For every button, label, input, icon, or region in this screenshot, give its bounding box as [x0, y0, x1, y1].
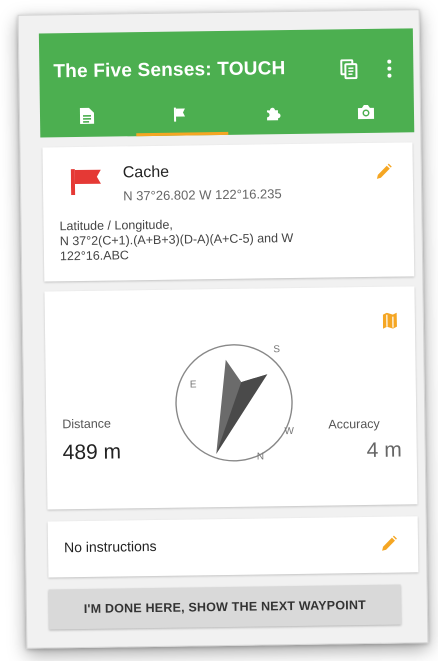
- waypoint-name: Cache: [122, 163, 170, 182]
- camera-icon: [356, 103, 374, 124]
- navigation-card: Distance 489 m Accuracy 4 m N E S W: [44, 286, 418, 510]
- more-options-icon[interactable]: [385, 59, 393, 84]
- edit-waypoint-icon[interactable]: [375, 163, 393, 186]
- edit-instructions-icon[interactable]: [380, 535, 398, 558]
- instructions-card: No instructions: [47, 516, 419, 578]
- compass-west: W: [284, 426, 294, 437]
- tab-camera[interactable]: [319, 94, 413, 133]
- compass-icon: N E S W: [163, 332, 305, 479]
- map-icon[interactable]: [382, 312, 397, 334]
- waypoint-formula: Latitude / Longitude, N 37°2(C+1).(A+B+3…: [59, 217, 294, 264]
- waypoint-card: Cache N 37°26.802 W 122°16.235 Latitude …: [42, 142, 415, 282]
- distance-value: 489 m: [62, 440, 122, 465]
- tab-puzzle[interactable]: [226, 96, 320, 135]
- accuracy-label: Accuracy: [328, 416, 380, 432]
- accuracy-value: 4 m: [366, 438, 402, 463]
- waypoint-coordinates: N 37°26.802 W 122°16.235: [123, 186, 282, 204]
- app-bar: The Five Senses: TOUCH: [38, 28, 415, 138]
- copy-icon[interactable]: [339, 59, 359, 84]
- compass-east: E: [190, 379, 197, 390]
- puzzle-icon: [263, 104, 281, 127]
- waypoint-flag-icon: [70, 169, 103, 200]
- done-next-waypoint-button[interactable]: I'M DONE HERE, SHOW THE NEXT WAYPOINT: [48, 584, 402, 630]
- app-title: The Five Senses: TOUCH: [53, 58, 286, 83]
- phone-screen: The Five Senses: TOUCH Cache N 37°26.802…: [17, 9, 429, 649]
- document-icon: [78, 106, 94, 129]
- tab-waypoint[interactable]: [133, 97, 227, 136]
- selected-tab-indicator: [136, 131, 229, 137]
- compass-north: N: [257, 451, 264, 462]
- tab-details[interactable]: [40, 98, 134, 137]
- instructions-text: No instructions: [63, 537, 157, 556]
- compass-south: S: [273, 344, 280, 355]
- flag-icon: [171, 106, 187, 127]
- distance-label: Distance: [62, 416, 112, 432]
